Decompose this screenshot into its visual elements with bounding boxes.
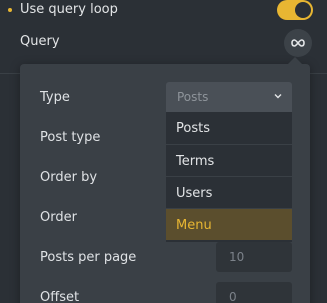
post-type-label: Post type [40,130,101,145]
query-label: Query [20,34,60,49]
type-option-menu[interactable]: Menu [166,208,292,240]
use-query-loop-row: Use query loop [0,0,327,22]
use-query-loop-toggle[interactable] [277,0,313,20]
query-settings-panel: Use query loop Query Type Post type Orde… [0,0,327,303]
type-option-terms[interactable]: Terms [166,144,292,176]
infinity-icon [291,39,305,47]
offset-input[interactable]: 0 [216,282,292,303]
posts-per-page-placeholder: 10 [229,250,245,264]
order-by-label: Order by [40,170,98,185]
type-option-posts[interactable]: Posts [166,112,292,144]
chevron-down-icon [274,94,282,99]
type-dropdown-menu: Posts Terms Users Menu [166,112,292,242]
type-select[interactable]: Posts [166,82,292,112]
query-loop-button[interactable] [284,29,312,57]
order-label: Order [40,210,77,225]
toggle-knob [295,2,311,18]
posts-per-page-label: Posts per page [40,250,137,265]
type-label: Type [40,90,70,105]
type-select-value: Posts [177,90,209,104]
type-option-users[interactable]: Users [166,176,292,208]
offset-label: Offset [40,290,80,303]
posts-per-page-input[interactable]: 10 [216,242,292,272]
use-query-loop-label: Use query loop [20,2,118,17]
offset-placeholder: 0 [229,290,237,303]
popup-arrow [287,57,303,65]
bullet-dot [8,8,12,12]
